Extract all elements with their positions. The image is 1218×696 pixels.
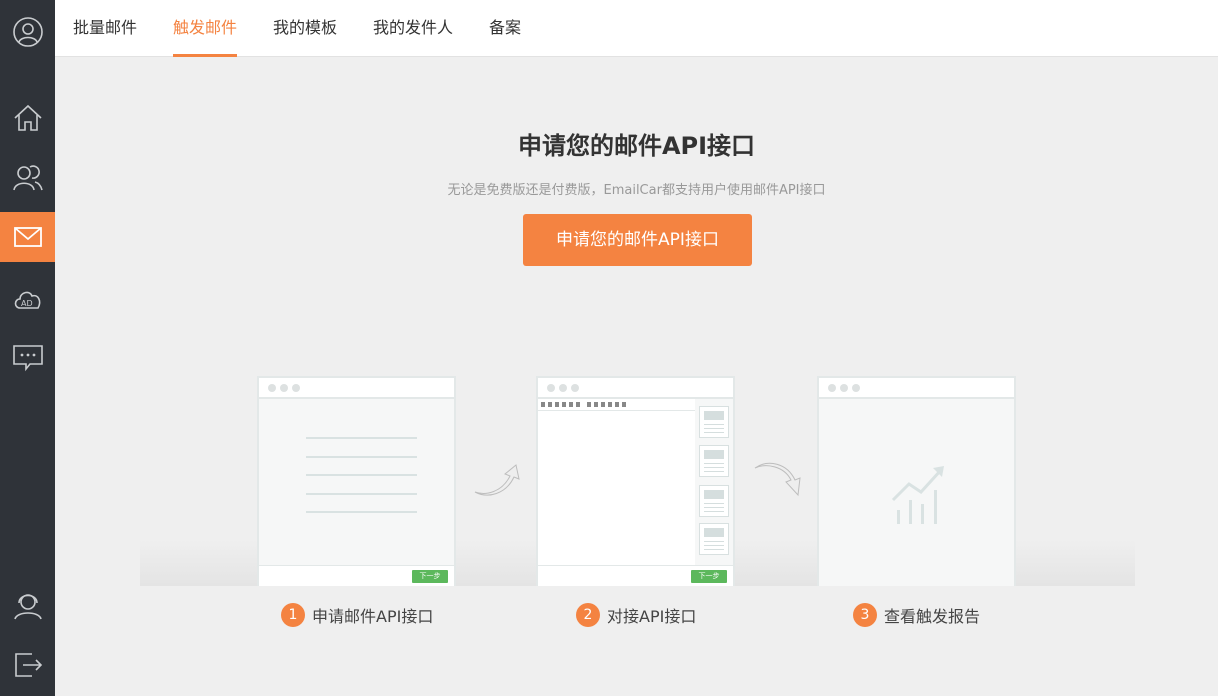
support-agent-icon [13, 594, 42, 620]
apply-api-button[interactable]: 申请您的邮件API接口 [523, 214, 752, 266]
sidebar-item-logout[interactable] [0, 640, 55, 690]
window-titlebar [259, 378, 454, 399]
page-subtitle: 无论是免费版还是付费版，EmailCar都支持用户使用邮件API接口 [447, 183, 826, 198]
window-footer: 下一步 [259, 565, 454, 586]
illustration-window-apply: 下一步 [257, 376, 456, 586]
editor-toolbar [538, 399, 695, 411]
sidebar-item-home[interactable] [0, 93, 55, 143]
curved-arrow-down-icon [754, 462, 801, 497]
step-number: 2 [576, 603, 600, 627]
step-2: 2 对接API接口 [576, 603, 696, 627]
step-1: 1 申请邮件API接口 [281, 603, 433, 627]
step-3: 3 查看触发报告 [853, 603, 980, 627]
next-step-badge: 下一步 [691, 570, 727, 583]
template-thumbnails [695, 399, 733, 565]
sidebar-item-message[interactable] [0, 332, 55, 382]
sidebar-item-ad[interactable]: AD [0, 273, 55, 323]
svg-text:AD: AD [21, 299, 33, 308]
growth-chart-icon [891, 466, 944, 524]
tab-filing[interactable]: 备案 [489, 0, 521, 57]
tab-trigger-mail[interactable]: 触发邮件 [173, 0, 238, 57]
step-number: 1 [281, 603, 305, 627]
editor-area [538, 399, 695, 565]
window-titlebar [538, 378, 733, 399]
sidebar-item-mail[interactable] [0, 212, 55, 262]
sidebar-item-support[interactable] [0, 580, 55, 630]
step-label: 查看触发报告 [884, 607, 981, 626]
mail-icon [13, 227, 42, 247]
illustration-window-editor: 下一步 [536, 376, 735, 586]
tab-my-templates[interactable]: 我的模板 [273, 0, 337, 57]
home-icon [13, 104, 42, 131]
sidebar-item-profile[interactable] [0, 7, 55, 57]
curved-arrow-up-icon [474, 464, 520, 496]
ad-cloud-icon: AD [14, 291, 40, 309]
step-label: 申请邮件API接口 [312, 607, 434, 626]
step-label: 对接API接口 [607, 607, 697, 626]
illustration-window-report [817, 376, 1016, 586]
contacts-icon [12, 165, 43, 191]
next-step-badge: 下一步 [412, 570, 448, 583]
top-nav: 批量邮件 触发邮件 我的模板 我的发件人 备案 [55, 0, 1218, 57]
user-profile-icon [12, 17, 43, 47]
window-titlebar [819, 378, 1014, 399]
logout-icon [14, 653, 42, 677]
tab-my-senders[interactable]: 我的发件人 [373, 0, 453, 57]
window-footer: 下一步 [538, 565, 733, 586]
step-number: 3 [853, 603, 877, 627]
message-icon [12, 345, 43, 372]
sidebar-item-contacts[interactable] [0, 153, 55, 203]
tab-batch-mail[interactable]: 批量邮件 [73, 0, 137, 57]
sidebar: AD [0, 0, 55, 696]
page-title: 申请您的邮件API接口 [517, 132, 756, 160]
